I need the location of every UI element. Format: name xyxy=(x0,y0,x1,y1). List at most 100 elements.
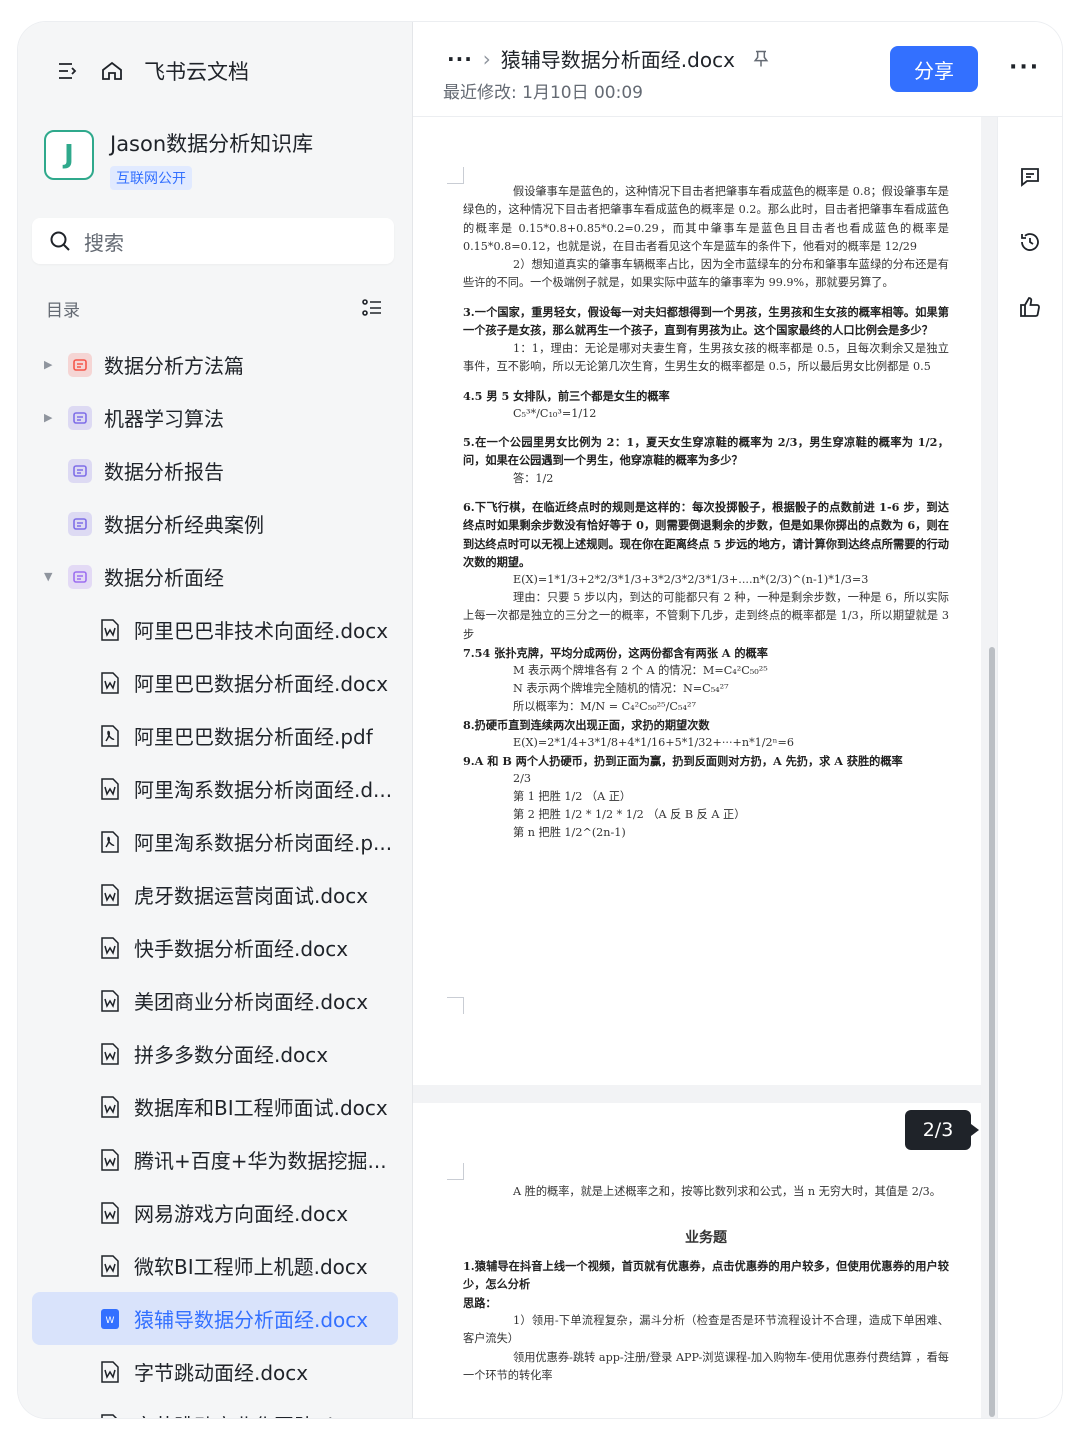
doc-paragraph: 1）领用-下单流程复杂，漏斗分析（检查是否是环节流程设计不合理，造成下单困难、客… xyxy=(463,1314,949,1346)
scrollbar[interactable] xyxy=(987,117,997,1418)
tree-doc-label: 美团商业分析岗面经.docx xyxy=(134,990,369,1014)
question-paragraph: 6.下飞行棋，在临近终点时的规则是这样的：每次投掷骰子，根据骰子的点数前进 1-… xyxy=(463,500,949,569)
search-input[interactable]: 搜索 xyxy=(32,218,394,264)
tree-doc-label: 字节跳动商业化团队.docx xyxy=(134,1410,368,1418)
tree-doc[interactable]: 微软BI工程师上机题.docx xyxy=(18,1239,412,1292)
toc-list-icon[interactable] xyxy=(358,294,386,322)
tree-doc[interactable]: 快手数据分析面经.docx xyxy=(18,921,412,974)
question-paragraph: 8.扔硬币直到连续两次出现正面，求扔的期望次数 xyxy=(463,718,710,732)
doc-paragraph: N 表示两个牌堆完全随机的情况：N=C₅₄²⁷ xyxy=(513,682,729,695)
section-heading: 业务题 xyxy=(685,1230,727,1246)
tree-doc[interactable]: 阿里淘系数据分析岗面经.d... xyxy=(18,762,412,815)
word-file-icon xyxy=(100,1413,120,1418)
tree-doc[interactable]: 阿里淘系数据分析岗面经.p... xyxy=(18,815,412,868)
word-file-icon xyxy=(100,1042,120,1065)
word-file-icon xyxy=(100,936,120,959)
doc-title[interactable]: 猿辅导数据分析面经.docx xyxy=(501,44,735,73)
question-paragraph: 5.在一个公园里男女比例为 2：1，夏天女生穿凉鞋的概率为 2/3，男生穿凉鞋的… xyxy=(463,435,949,468)
tree-doc-label: 阿里巴巴非技术向面经.docx xyxy=(134,619,389,643)
tree-doc[interactable]: 网易游戏方向面经.docx xyxy=(18,1186,412,1239)
doc-paragraph: A 胜的概率，就是上述概率之和，按等比数列求和公式，当 n 无穷大时，其值是 2… xyxy=(513,1185,941,1198)
tree-doc-label: 阿里巴巴数据分析面经.docx xyxy=(134,672,389,696)
doc-paragraph: 所以概率为：M/N = C₄²C₅₀²⁵/C₅₄²⁷ xyxy=(513,700,696,713)
tree-doc-label: 阿里巴巴数据分析面经.pdf xyxy=(134,725,373,749)
question-paragraph: 9.A 和 B 两个人扔硬币，扔到正面为赢，扔到反面则对方扔，A 先扔，求 A … xyxy=(463,754,903,768)
tree-doc[interactable]: 数据库和BI工程师面试.docx xyxy=(18,1080,412,1133)
doc-paragraph: 领用优惠券-跳转 app-注册/登录 APP-浏览课程-加入购物车-使用优惠券付… xyxy=(463,1351,949,1383)
tree-category-label: 数据分析报告 xyxy=(104,460,224,484)
expand-down-icon[interactable]: ▼ xyxy=(44,570,56,583)
tree-doc[interactable]: 阿里巴巴数据分析面经.docx xyxy=(18,656,412,709)
word-file-icon xyxy=(100,883,120,906)
breadcrumb-more-button[interactable]: ··· xyxy=(447,47,473,71)
word-file-icon xyxy=(100,989,120,1012)
tree-doc-label: 虎牙数据运营岗面试.docx xyxy=(134,884,369,908)
word-file-icon xyxy=(100,1360,120,1383)
doc-paragraph: 1：1，理由：无论是哪对夫妻生育，生男孩女孩的概率都是 0.5，且每次剩余又是独… xyxy=(463,342,949,374)
sidebar: 飞书云文档 J Jason数据分析知识库 互联网公开 搜索 目录 ▶ 数据分析方法… xyxy=(18,22,413,1418)
doc-paragraph: 第 1 把胜 1/2 （A 正） xyxy=(513,790,632,803)
tree-doc-label: 腾讯+百度+华为数据挖掘... xyxy=(134,1149,387,1173)
more-menu-button[interactable]: ··· xyxy=(1009,55,1040,80)
public-badge: 互联网公开 xyxy=(110,166,192,190)
tree-category-label: 数据分析方法篇 xyxy=(104,354,244,378)
last-modified: 最近修改: 1月10日 00:09 xyxy=(443,83,643,103)
tree-doc[interactable]: 字节跳动商业化团队.docx xyxy=(18,1398,412,1418)
tree-doc-active[interactable]: W 猿辅导数据分析面经.docx xyxy=(32,1292,398,1345)
tree-category[interactable]: ▶ 数据分析方法篇 xyxy=(18,338,412,391)
tree-category[interactable]: 数据分析报告 xyxy=(18,444,412,497)
word-file-icon xyxy=(100,1148,120,1171)
word-file-icon xyxy=(100,618,120,641)
collapse-sidebar-icon[interactable] xyxy=(54,57,82,85)
doc-paragraph: M 表示两个牌堆各有 2 个 A 的情况：M=C₄²C₅₀²⁵ xyxy=(513,664,768,677)
doc-paragraph: 假设肇事车是蓝色的，这种情况下目击者把肇事车看成蓝色的概率是 0.8；假设肇事车… xyxy=(463,185,949,253)
tree-doc[interactable]: 腾讯+百度+华为数据挖掘... xyxy=(18,1133,412,1186)
tree-category[interactable]: ▶ 机器学习算法 xyxy=(18,391,412,444)
kb-title[interactable]: Jason数据分析知识库 xyxy=(110,128,313,158)
doc-paragraph: C₅³*/C₁₀³=1/12 xyxy=(513,407,597,420)
expand-right-icon[interactable]: ▶ xyxy=(44,411,56,424)
word-file-icon xyxy=(100,1201,120,1224)
tree-category-label: 机器学习算法 xyxy=(104,407,224,431)
folder-icon xyxy=(68,564,92,589)
share-button[interactable]: 分享 xyxy=(890,46,978,92)
tree-doc[interactable]: 拼多多数分面经.docx xyxy=(18,1027,412,1080)
comment-icon[interactable] xyxy=(1018,165,1042,189)
word-file-icon xyxy=(100,1095,120,1118)
scrollbar-thumb[interactable] xyxy=(989,647,995,1417)
doc-paragraph: 答：1/2 xyxy=(513,472,554,485)
tree-doc-label: 微软BI工程师上机题.docx xyxy=(134,1255,368,1279)
tree-doc-label: 数据库和BI工程师面试.docx xyxy=(134,1096,388,1120)
directory-tree: ▶ 数据分析方法篇 ▶ 机器学习算法 数据分析报告数据分析经典案例 ▼ 数据分析面经阿里巴巴… xyxy=(18,338,412,1418)
pin-icon[interactable] xyxy=(747,45,775,73)
folder-icon xyxy=(68,405,92,430)
tree-doc-label: 快手数据分析面经.docx xyxy=(134,937,349,961)
pdf-file-icon xyxy=(100,724,120,747)
tree-doc[interactable]: 阿里巴巴非技术向面经.docx xyxy=(18,603,412,656)
breadcrumb-separator: › xyxy=(482,46,491,71)
search-placeholder: 搜索 xyxy=(84,230,124,255)
tree-doc[interactable]: 虎牙数据运营岗面试.docx xyxy=(18,868,412,921)
doc-paragraph: 理由：只要 5 步以内，到达的可能都只有 2 种，一种是剩余步数，一种是 6，所… xyxy=(463,591,949,641)
history-icon[interactable] xyxy=(1018,230,1042,254)
document-viewer[interactable]: 假设肇事车是蓝色的，这种情况下目击者把肇事车看成蓝色的概率是 0.8；假设肇事车… xyxy=(413,117,997,1418)
page-corner-mark xyxy=(447,167,464,184)
word-file-icon xyxy=(100,671,120,694)
tree-doc-label: 阿里淘系数据分析岗面经.d... xyxy=(134,778,393,802)
word-file-icon xyxy=(100,777,120,800)
word-file-icon: W xyxy=(100,1308,120,1330)
tree-doc[interactable]: 美团商业分析岗面经.docx xyxy=(18,974,412,1027)
knowledge-base-header[interactable]: J Jason数据分析知识库 互联网公开 xyxy=(44,130,313,190)
expand-right-icon[interactable]: ▶ xyxy=(44,358,56,371)
right-toolbar xyxy=(997,117,1062,1418)
doc-paragraph: 2）想知道真实的肇事车辆概率占比，因为全市蓝绿车的分布和肇事车蓝绿的分布还是有些… xyxy=(463,258,949,290)
breadcrumb: ··· › 猿辅导数据分析面经.docx xyxy=(447,44,775,73)
tree-category[interactable]: 数据分析经典案例 xyxy=(18,497,412,550)
tree-category[interactable]: ▼ 数据分析面经 xyxy=(18,550,412,603)
app-name[interactable]: 飞书云文档 xyxy=(144,56,249,86)
tree-doc[interactable]: 阿里巴巴数据分析面经.pdf xyxy=(18,709,412,762)
tree-doc[interactable]: 字节跳动面经.docx xyxy=(18,1345,412,1398)
like-icon[interactable] xyxy=(1018,295,1042,319)
tree-doc-label: 拼多多数分面经.docx xyxy=(134,1043,329,1067)
home-icon[interactable] xyxy=(98,57,126,85)
